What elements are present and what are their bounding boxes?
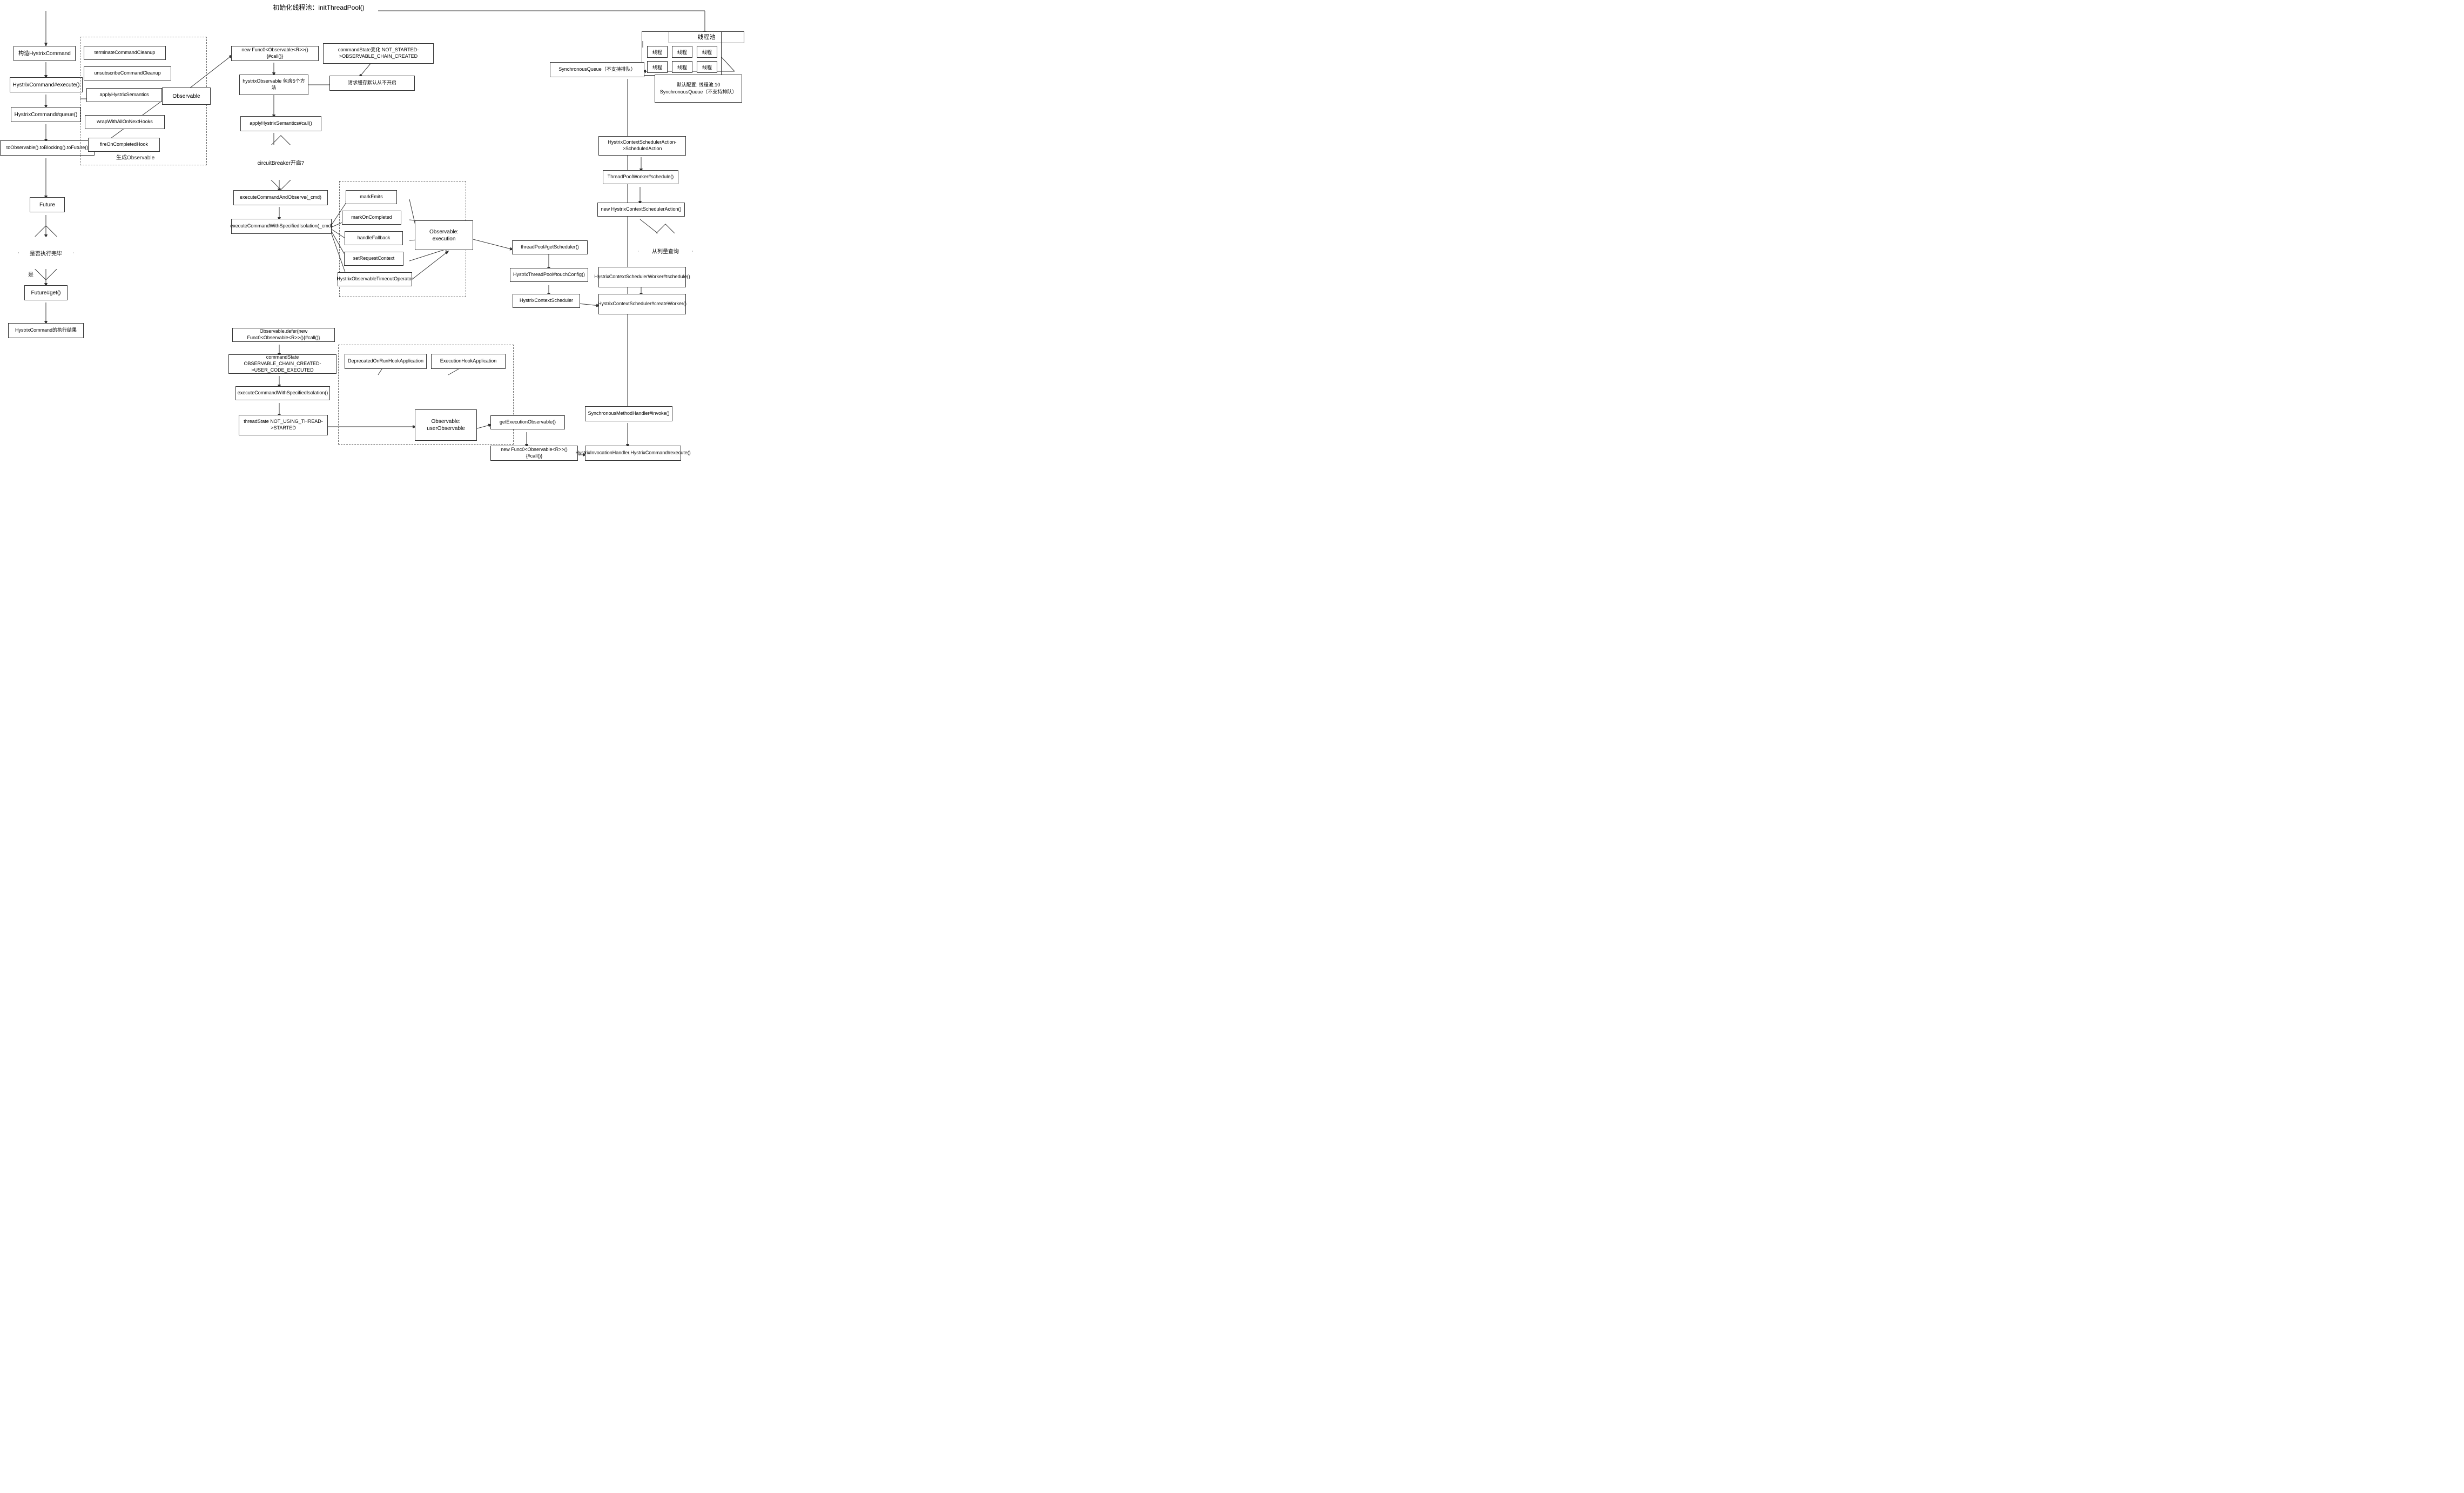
box-threadpooltouchconfig: HystrixThreadPool#touchConfig()	[510, 268, 588, 282]
box-observable: Observable	[162, 88, 211, 105]
box-queue: HystrixCommand#queue()	[11, 107, 81, 122]
box-synchronousqueue: SynchronousQueue（不支持排队）	[550, 62, 644, 77]
box-future: Future	[30, 197, 65, 212]
box-handlefallback: handleFallback	[345, 231, 403, 245]
box-terminate: terminateCommandCleanup	[84, 46, 166, 60]
box-newfunc0: new Func0<Observable<R>>(){#call()}	[231, 46, 319, 61]
threadpool-border	[642, 31, 722, 76]
box-createworker: HystrixContextScheduler#createWorker()	[598, 294, 686, 314]
title: 初始化线程池：initThreadPool()	[259, 2, 378, 14]
box-executionhook: ExecutionHookApplication	[431, 354, 506, 369]
box-threadstate: threadState NOT_USING_THREAD->STARTED	[239, 415, 328, 435]
diagram-container: 初始化线程池：initThreadPool() 构造HystrixCommand…	[0, 0, 756, 470]
box-scheduleractionsheduled: HystrixContextSchedulerAction- >Schedule…	[598, 136, 686, 156]
box-setrequestcontext: setRequestContext	[344, 252, 403, 266]
box-execute: HystrixCommand#execute()	[10, 77, 83, 92]
box-markemits: markEmits	[346, 190, 397, 204]
box-synchronousmethodhandler: SynchronousMethodHandler#invoke()	[585, 406, 672, 421]
box-hystrixcontextscheduler: HystrixContextScheduler	[513, 294, 580, 308]
box-threadpoolscheduler: threadPool#getScheduler()	[512, 240, 588, 254]
box-hystrixobservable: hystrixObservable 包含5个方法	[239, 75, 308, 95]
box-applysemcall: applyHystrixSemantics#call()	[240, 116, 321, 131]
box-newfunc0bottom: new Func0<Observable<R>>(){#call()}	[490, 446, 578, 461]
diamond-fromqueue: 从列量查询	[638, 233, 692, 268]
box-threadpoolworkerschedule: ThreadPoolWorker#schedule()	[603, 170, 678, 184]
box-defaultstorage: 请求缓存默认从不开启	[329, 76, 415, 91]
box-obs-execution: Observable: execution	[415, 220, 473, 250]
box-hystrixinvocationhandler: HystrixInvocationHandler.HystrixCommand#…	[585, 446, 681, 461]
box-commandstatecreated: commandState OBSERVABLE_CHAIN_CREATED->U…	[228, 354, 336, 374]
box-workerschedule: HystrixContextSchedulerWorker#tschedule(…	[598, 267, 686, 287]
diamond-circuitbreaker: circuitBreaker开启?	[251, 145, 311, 180]
box-deprecatedonrun: DeprecatedOnRunHookApplication	[345, 354, 427, 369]
label-generate-observable: 生成Observable	[116, 153, 154, 161]
box-obs-userobservable: Observable: userObservable	[415, 409, 477, 441]
box-markoncompleted: markOnCompleted	[342, 211, 401, 225]
box-applysemantics: applyHystrixSemantics	[86, 88, 162, 102]
box-fireoncompletd: fireOnCompletedHook	[88, 138, 160, 152]
box-commandresult: HystrixCommand的执行结果	[8, 323, 84, 338]
box-wrapallonnext: wrapWithAllOnNextHooks	[85, 115, 165, 129]
box-newscheduleraetion: new HystrixContextSchedulerAction()	[597, 203, 685, 217]
box-executeandobs: executeCommandAndObserve(_cmd)	[233, 190, 328, 205]
box-commandstate: commandState变化 NOT_STARTED->OBSERVABLE_C…	[323, 43, 434, 64]
box-hystrixcommand: 构造HystrixCommand	[14, 46, 76, 61]
label-yes: 是	[28, 270, 33, 278]
box-executewithisolation: executeCommandWithSpecifiedIsolation(_cm…	[231, 219, 332, 234]
box-unsubscribe: unsubscribeCommandCleanup	[84, 66, 171, 80]
box-observabledefer: Observable.defer(new Func0<Observable<R>…	[232, 328, 335, 342]
diamond-iscomplete: 是否执行完毕	[19, 237, 73, 269]
box-timeoutoperator: HystrixObservableTimeoutOperator	[338, 272, 412, 286]
box-executewithisolation2: executeCommandWithSpecifiedIsolation()	[235, 386, 330, 400]
box-getexecutionobservable: getExecutionObservable()	[490, 415, 565, 429]
box-futureget: Future#get()	[24, 285, 68, 300]
box-defaultconfig: 默认配置: 线程池:10 SynchronousQueue（不支持排队）	[655, 75, 742, 103]
